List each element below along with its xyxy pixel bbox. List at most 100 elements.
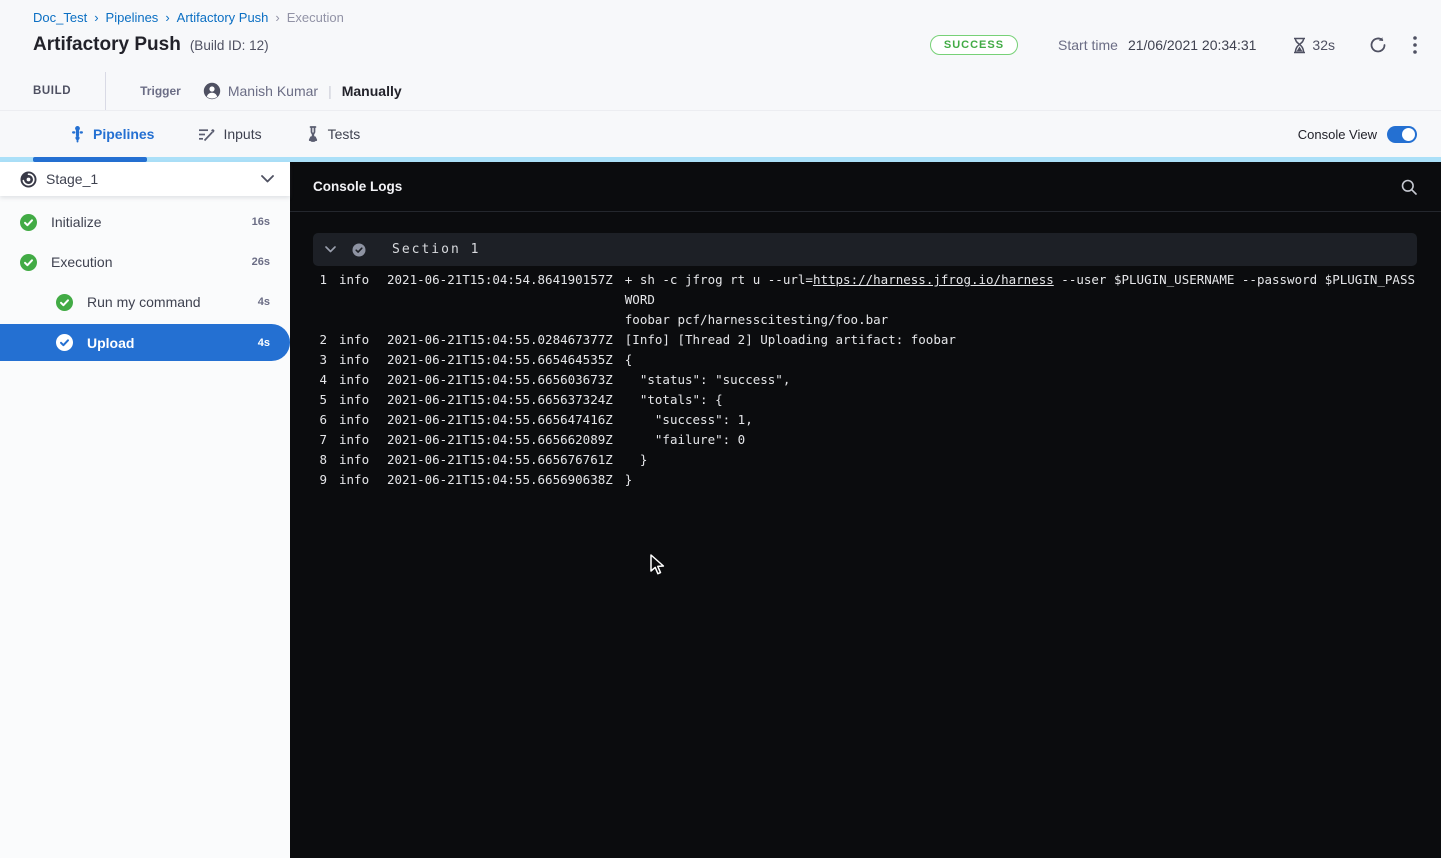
log-line-number: 9 — [313, 470, 327, 490]
log-timestamp: 2021-06-21T15:04:55.665676761Z — [387, 450, 613, 470]
log-message: "failure": 0 — [625, 430, 745, 450]
divider — [105, 72, 106, 110]
log-message: [Info] [Thread 2] Uploading artifact: fo… — [625, 330, 956, 350]
log-level: info — [339, 270, 369, 330]
log-level: info — [339, 410, 369, 430]
step-label: Initialize — [51, 214, 102, 230]
log-timestamp: 2021-06-21T15:04:55.665603673Z — [387, 370, 613, 390]
log-timestamp: 2021-06-21T15:04:54.864190157Z — [387, 270, 613, 330]
more-options-button[interactable] — [1413, 36, 1417, 54]
console-view-label: Console View — [1298, 127, 1377, 142]
stage-step-initialize[interactable]: Initialize 16s — [0, 202, 290, 242]
start-time-label: Start time — [1058, 37, 1118, 53]
refresh-icon — [1369, 36, 1387, 54]
log-line-number: 7 — [313, 430, 327, 450]
tab-pipelines[interactable]: Pipelines — [70, 126, 154, 143]
log-line: 8 info 2021-06-21T15:04:55.665676761Z } — [313, 450, 1417, 470]
log-line: 1 info 2021-06-21T15:04:54.864190157Z + … — [313, 270, 1417, 330]
build-id-label: (Build ID: 12) — [190, 38, 269, 53]
log-timestamp: 2021-06-21T15:04:55.028467377Z — [387, 330, 613, 350]
log-level: info — [339, 390, 369, 410]
stage-selector[interactable]: Stage_1 — [0, 162, 290, 196]
breadcrumb-separator-icon: › — [165, 10, 169, 25]
log-message: "success": 1, — [625, 410, 753, 430]
start-time-value: 21/06/2021 20:34:31 — [1128, 37, 1256, 53]
log-level: info — [339, 450, 369, 470]
log-message: "totals": { — [625, 390, 723, 410]
hourglass-icon — [1292, 37, 1307, 54]
log-line-number: 3 — [313, 350, 327, 370]
chevron-down-icon — [325, 246, 336, 253]
console-logs-title: Console Logs — [313, 179, 402, 194]
step-list: Initialize 16s Execution 26s Run my comm… — [0, 196, 290, 361]
step-success-icon — [20, 214, 37, 231]
breadcrumb: Doc_Test › Pipelines › Artifactory Push … — [33, 10, 1417, 25]
breadcrumb-separator-icon: › — [275, 10, 279, 25]
log-search-button[interactable] — [1401, 179, 1417, 195]
stage-icon — [20, 171, 37, 188]
breadcrumb-separator-icon: › — [94, 10, 98, 25]
console-panel: Console Logs Section 1 1 info 2021-06- — [290, 162, 1441, 858]
breadcrumb-link-pipeline[interactable]: Artifactory Push — [177, 10, 269, 25]
refresh-button[interactable] — [1369, 36, 1387, 54]
step-duration: 26s — [252, 256, 290, 268]
flask-icon — [306, 126, 320, 142]
divider: | — [328, 83, 332, 99]
page-header: Doc_Test › Pipelines › Artifactory Push … — [0, 0, 1441, 110]
duration-value: 32s — [1312, 37, 1335, 53]
log-line: 5 info 2021-06-21T15:04:55.665637324Z "t… — [313, 390, 1417, 410]
tab-label: Pipelines — [93, 126, 154, 142]
section-title: Section 1 — [392, 242, 480, 257]
chevron-down-icon — [261, 175, 274, 183]
log-level: info — [339, 470, 369, 490]
step-label: Execution — [51, 254, 112, 270]
page-title: Artifactory Push — [33, 34, 181, 56]
log-line: 4 info 2021-06-21T15:04:55.665603673Z "s… — [313, 370, 1417, 390]
inputs-icon — [198, 127, 215, 142]
log-line: 2 info 2021-06-21T15:04:55.028467377Z [I… — [313, 330, 1417, 350]
breadcrumb-current: Execution — [287, 10, 344, 25]
build-label: BUILD — [33, 85, 71, 97]
log-level: info — [339, 430, 369, 450]
console-view-toggle[interactable] — [1387, 126, 1417, 143]
step-label: Upload — [87, 335, 134, 351]
log-link[interactable]: https://harness.jfrog.io/harness — [813, 272, 1054, 287]
step-duration: 4s — [258, 337, 290, 349]
tab-label: Inputs — [223, 126, 261, 142]
step-success-icon — [56, 334, 73, 351]
tab-tests[interactable]: Tests — [306, 126, 361, 142]
log-timestamp: 2021-06-21T15:04:55.665464535Z — [387, 350, 613, 370]
section-success-icon — [352, 243, 366, 257]
tab-bar: Pipelines Inputs Tests Console View — [0, 110, 1441, 162]
log-level: info — [339, 350, 369, 370]
user-avatar-icon — [203, 82, 221, 100]
log-line: 9 info 2021-06-21T15:04:55.665690638Z } — [313, 470, 1417, 490]
log-section-header[interactable]: Section 1 — [313, 233, 1417, 266]
log-line-number: 5 — [313, 390, 327, 410]
stage-step-execution[interactable]: Execution 26s — [0, 242, 290, 282]
log-line-number: 8 — [313, 450, 327, 470]
trigger-type: Manually — [342, 83, 402, 99]
execution-page: Doc_Test › Pipelines › Artifactory Push … — [0, 0, 1441, 858]
log-line-number: 6 — [313, 410, 327, 430]
build-meta-row: BUILD Trigger Manish Kumar | Manually — [33, 72, 1417, 110]
breadcrumb-link-project[interactable]: Doc_Test — [33, 10, 87, 25]
stage-step-run-my-command[interactable]: Run my command 4s — [0, 282, 290, 322]
stage-name: Stage_1 — [46, 171, 98, 187]
log-line-number: 4 — [313, 370, 327, 390]
pipeline-icon — [70, 126, 85, 143]
step-duration: 4s — [258, 296, 290, 308]
console-header: Console Logs — [290, 162, 1441, 212]
log-lines: 1 info 2021-06-21T15:04:54.864190157Z + … — [290, 270, 1441, 490]
trigger-label: Trigger — [140, 84, 181, 98]
step-label: Run my command — [87, 294, 201, 310]
tab-inputs[interactable]: Inputs — [198, 126, 261, 142]
log-timestamp: 2021-06-21T15:04:55.665662089Z — [387, 430, 613, 450]
log-timestamp: 2021-06-21T15:04:55.665647416Z — [387, 410, 613, 430]
log-message: "status": "success", — [625, 370, 791, 390]
step-duration: 16s — [252, 216, 290, 228]
log-level: info — [339, 330, 369, 350]
status-badge: SUCCESS — [930, 35, 1018, 55]
stage-step-upload[interactable]: Upload 4s — [0, 324, 290, 361]
breadcrumb-link-pipelines[interactable]: Pipelines — [106, 10, 159, 25]
